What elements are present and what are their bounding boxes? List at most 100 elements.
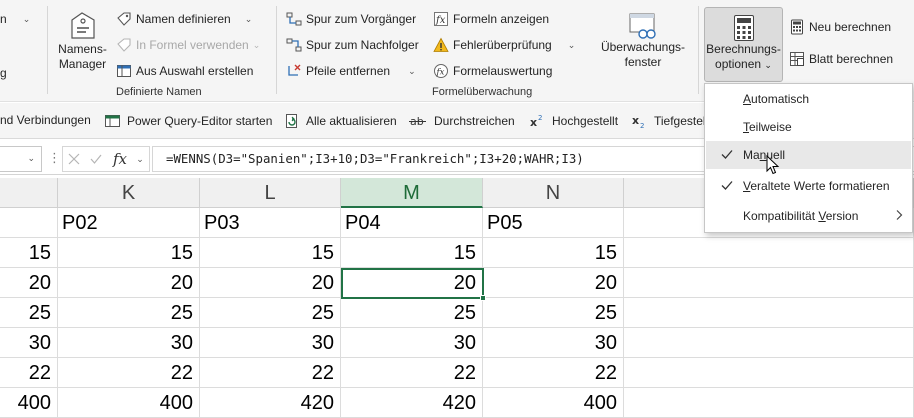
names-manager-button[interactable]: Namens- Manager [55,10,110,72]
subscript-button[interactable]: x2 Tiefgestellt [631,113,712,129]
table-cell[interactable]: 30 [0,328,58,358]
table-cell[interactable]: 30 [483,328,624,358]
table-cell[interactable]: 15 [483,238,624,268]
insert-function-icon[interactable]: fx [107,147,133,171]
calculate-sheet-button[interactable]: Blatt berechnen [789,51,893,67]
menu-item-veraltete-werte-formatieren[interactable]: Veraltete Werte formatieren [706,172,911,200]
table-header-cell[interactable] [0,208,58,238]
use-in-formula-button[interactable]: In Formel verwenden ⌄ [116,37,260,53]
table-cell[interactable]: 20 [341,268,483,298]
evaluate-formula-icon: fx [433,63,449,79]
table-cell[interactable]: 400 [0,388,58,418]
queries-connections-button[interactable]: nd Verbindungen [0,113,91,127]
ribbon-cut-item-top[interactable]: n ⌄ [0,12,30,26]
menu-item-teilweise[interactable]: Teilweise [706,113,911,141]
remove-arrows-button[interactable]: Pfeile entfernen ⌄ [286,63,416,79]
formula-bar-tools: fx ⌄ [62,146,150,172]
name-box[interactable]: ⌄ [0,146,42,172]
table-cell[interactable]: 15 [200,238,341,268]
chevron-down-icon: ⌄ [252,39,261,50]
table-cell[interactable]: 30 [200,328,341,358]
chevron-down-icon: ⌄ [567,39,576,50]
table-header-cell[interactable]: P02 [58,208,200,238]
table-cell[interactable]: 20 [200,268,341,298]
column-header-k[interactable]: K [58,178,200,208]
table-cell[interactable]: 420 [341,388,483,418]
trace-dependents-icon [286,37,302,53]
table-cell[interactable]: 15 [0,238,58,268]
menu-item-automatisch[interactable]: Automatisch [706,85,911,113]
cancel-icon[interactable] [63,147,85,171]
table-cell[interactable]: 25 [58,298,200,328]
table-cell[interactable] [624,358,914,388]
checkmark-icon [721,150,733,159]
table-header-cell[interactable]: P03 [200,208,341,238]
table-cell[interactable]: 22 [0,358,58,388]
ribbon-cut-item-mid[interactable]: g [0,66,7,80]
table-cell[interactable] [624,268,914,298]
table-cell[interactable]: 25 [483,298,624,328]
table-cell[interactable]: 22 [200,358,341,388]
calculator-icon [733,15,754,41]
table-cell[interactable] [624,238,914,268]
watch-window-button[interactable]: Überwachungs- fenster [598,12,688,70]
table-cell[interactable]: 20 [0,268,58,298]
table-cell[interactable]: 25 [341,298,483,328]
table-header-cell[interactable]: P04 [341,208,483,238]
tag-edit-icon [116,11,132,27]
names-manager-label-1: Namens- [58,42,107,56]
table-cell[interactable] [624,328,914,358]
fill-handle[interactable] [480,295,486,301]
create-from-selection-button[interactable]: Aus Auswahl erstellen [116,63,253,79]
show-formulas-button[interactable]: fx Formeln anzeigen [433,11,549,27]
chevron-down-icon: ⌄ [408,65,416,76]
strikethrough-button[interactable]: ab Durchstreichen [409,113,515,129]
names-manager-label-2: Manager [58,57,107,71]
error-checking-button[interactable]: Fehlerüberprüfung ⌄ [433,37,575,53]
checkmark-icon [721,181,733,190]
table-cell[interactable]: 20 [483,268,624,298]
refresh-all-button[interactable]: Alle aktualisieren [283,113,397,129]
table-cell[interactable]: 420 [200,388,341,418]
calculation-options-button[interactable]: Berechnungs- optionen ⌄ [704,7,783,82]
table-cell[interactable]: 400 [58,388,200,418]
table-cell[interactable]: 20 [58,268,200,298]
table-cell[interactable] [624,298,914,328]
define-name-button[interactable]: Namen definieren ⌄ [116,11,252,27]
table-cell[interactable] [624,388,914,418]
column-header-n[interactable]: N [483,178,624,208]
menu-item-manuell[interactable]: Manuell [706,141,911,169]
column-header-l[interactable]: L [200,178,341,208]
superscript-icon: x2 [529,113,547,129]
table-cell[interactable]: 25 [200,298,341,328]
table-cell[interactable]: 22 [58,358,200,388]
table-cell[interactable]: 30 [58,328,200,358]
table-cell[interactable]: 22 [483,358,624,388]
column-header-partial[interactable] [0,178,58,208]
trace-precedents-button[interactable]: Spur zum Vorgänger [286,11,416,27]
chevron-down-icon[interactable]: ⌄ [133,147,147,171]
svg-text:x: x [632,114,639,127]
table-cell[interactable]: 22 [341,358,483,388]
menu-item-kompatibilität-version[interactable]: Kompatibilität Version [706,202,911,230]
column-header-m[interactable]: M [341,178,483,208]
table-cell[interactable]: 25 [0,298,58,328]
trace-dependents-button[interactable]: Spur zum Nachfolger [286,37,419,53]
calculate-now-button[interactable]: Neu berechnen [789,19,891,35]
evaluate-formula-button[interactable]: fx Formelauswertung [433,63,552,79]
more-options-icon[interactable]: ⋮ [48,150,61,166]
warning-icon [433,37,449,53]
trace-precedents-icon [286,11,302,27]
superscript-button[interactable]: x2 Hochgestellt [529,113,618,129]
table-cell[interactable]: 15 [58,238,200,268]
table-cell[interactable]: 15 [341,238,483,268]
grid-selection-icon [116,63,132,79]
watch-window-label-2: fenster [624,55,662,69]
table-header-cell[interactable]: P05 [483,208,624,238]
confirm-icon[interactable] [85,147,107,171]
power-query-editor-button[interactable]: Power Query-Editor starten [104,113,272,129]
table-cell[interactable]: 400 [483,388,624,418]
mouse-cursor-icon [766,155,780,175]
table-cell[interactable]: 30 [341,328,483,358]
power-query-icon [104,113,122,129]
